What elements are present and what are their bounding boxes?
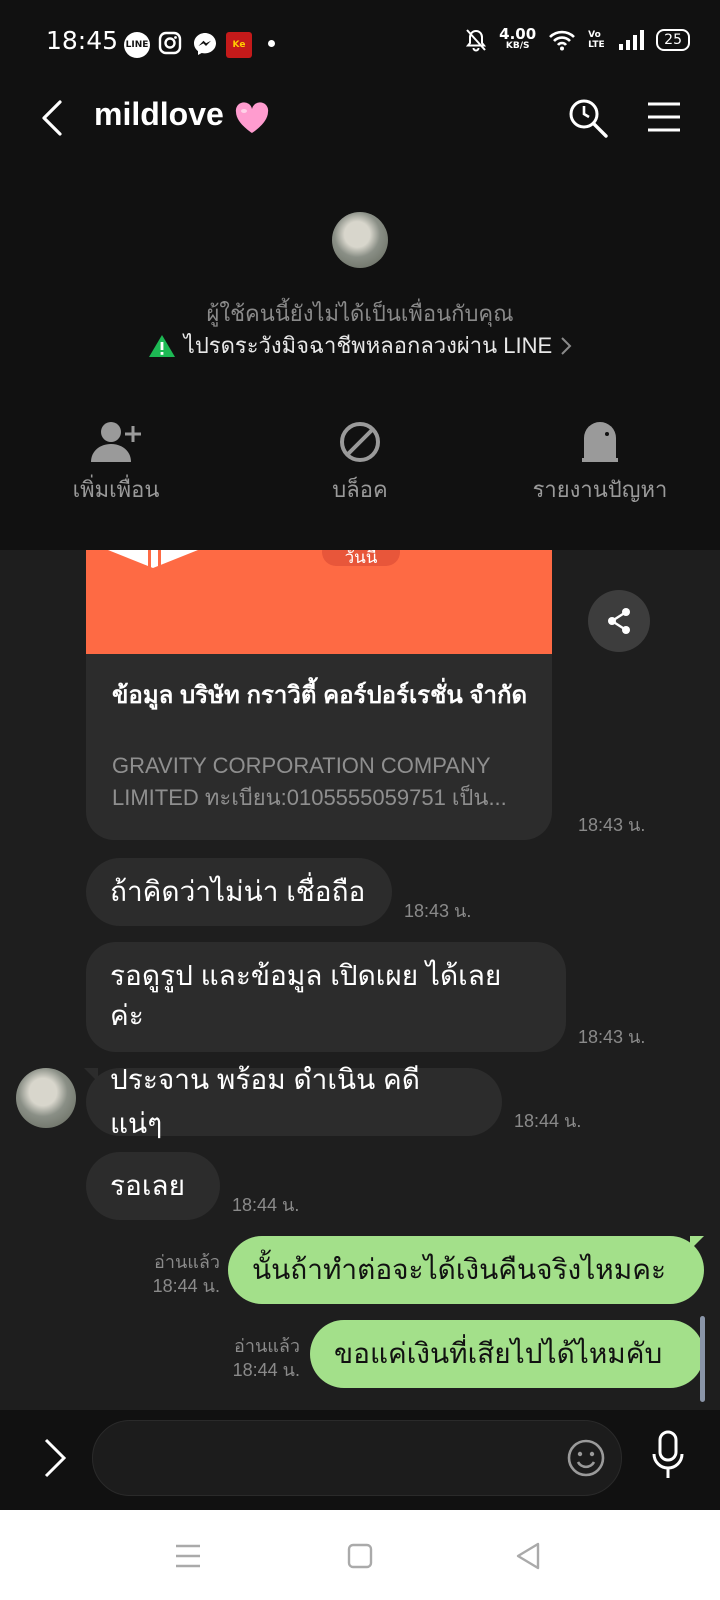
card-description: GRAVITY CORPORATION COMPANY LIMITED ทะเบ… bbox=[112, 750, 532, 814]
link-preview-image: วันนี้ bbox=[86, 550, 552, 654]
report-button[interactable]: รายงานปัญหา bbox=[500, 420, 700, 507]
home-square-icon[interactable] bbox=[342, 1538, 378, 1574]
read-receipt: อ่านแล้ว 18:44 น. bbox=[120, 1250, 220, 1298]
chat-scrollbar[interactable] bbox=[700, 1316, 705, 1402]
warning-text: ไปรดระวังมิจฉาชีพหลอกลวงผ่าน LINE bbox=[183, 333, 553, 358]
instagram-icon bbox=[158, 31, 182, 55]
card-title: ข้อมูล บริษัท กราวิตี้ คอร์ปอร์เรชั่น จำ… bbox=[112, 682, 528, 709]
message-text: ขอแค่เงินที่เสียไปได้ไหมคับ bbox=[334, 1338, 663, 1369]
back-arrow-icon[interactable] bbox=[36, 100, 72, 136]
share-button[interactable] bbox=[588, 590, 650, 652]
more-notifications-dot bbox=[268, 40, 275, 47]
expand-menu-icon[interactable] bbox=[40, 1436, 70, 1480]
card-desc-line2: LIMITED ทะเบียน:0105555059751 เป็น... bbox=[112, 785, 507, 810]
volte-icon: Vo LTE bbox=[588, 30, 605, 50]
message-text: ถ้าคิดว่าไม่น่า เชื่อถือ bbox=[110, 876, 366, 907]
card-time: 18:43 น. bbox=[578, 815, 646, 835]
add-friend-button[interactable]: เพิ่มเพื่อน bbox=[16, 420, 216, 507]
message-time: 18:43 น. bbox=[404, 901, 472, 921]
block-label: บล็อค bbox=[332, 477, 388, 502]
battery-indicator: 25 bbox=[656, 29, 690, 51]
chat-title: mildlove bbox=[94, 96, 224, 132]
add-friend-icon bbox=[91, 422, 141, 462]
status-time: 18:45 bbox=[46, 26, 119, 55]
message-text: นั้นถ้าทำต่อจะได้เงินคืนจริงไหมคะ bbox=[252, 1254, 666, 1285]
card-logo-shape bbox=[108, 550, 198, 570]
read-receipt: อ่านแล้ว 18:44 น. bbox=[200, 1334, 300, 1382]
profile-avatar[interactable] bbox=[332, 212, 388, 268]
message-text-line1: รอดูรูป และข้อมูล เปิดเผย ได้เลย bbox=[110, 960, 502, 991]
card-badge: วันนี้ bbox=[322, 550, 400, 568]
sender-avatar[interactable] bbox=[16, 1068, 76, 1128]
kerry-app-icon: Ke bbox=[226, 32, 252, 58]
not-friend-notice: ผู้ใช้คนนี้ยังไม่ได้เป็นเพื่อนกับคุณ bbox=[206, 301, 514, 326]
line-app-icon: LINE bbox=[124, 32, 150, 58]
menu-icon[interactable] bbox=[646, 100, 682, 134]
fraud-warning-link[interactable]: ไปรดระวังมิจฉาชีพหลอกลวงผ่าน LINE bbox=[0, 328, 720, 363]
message-time: 18:44 น. bbox=[232, 1195, 300, 1215]
read-label: อ่านแล้ว bbox=[154, 1252, 220, 1272]
search-icon[interactable] bbox=[566, 96, 610, 140]
add-friend-label: เพิ่มเพื่อน bbox=[72, 477, 160, 502]
message-time: 18:44 น. bbox=[232, 1360, 300, 1380]
share-icon bbox=[608, 608, 630, 634]
wifi-icon bbox=[549, 30, 576, 51]
message-bubble[interactable]: รอดูรูป และข้อมูล เปิดเผย ได้เลย ค่ะ bbox=[86, 942, 566, 1052]
message-bubble[interactable]: ถ้าคิดว่าไม่น่า เชื่อถือ bbox=[86, 858, 392, 926]
message-text-line2: ค่ะ bbox=[110, 1000, 144, 1031]
message-bubble[interactable]: รอเลย bbox=[86, 1152, 220, 1220]
recents-menu-icon[interactable] bbox=[170, 1538, 206, 1574]
report-label: รายงานปัญหา bbox=[532, 477, 668, 502]
card-desc-line1: GRAVITY CORPORATION COMPANY bbox=[112, 753, 491, 778]
chevron-right-icon bbox=[561, 336, 572, 355]
status-right-icons: 4.00 KB/S Vo LTE 25 bbox=[465, 25, 690, 52]
pink-heart-icon bbox=[232, 98, 272, 138]
messenger-icon bbox=[192, 31, 218, 57]
net-speed: 4.00 KB/S bbox=[499, 25, 537, 52]
block-icon bbox=[340, 422, 380, 462]
message-time: 18:43 น. bbox=[578, 1027, 646, 1047]
message-time: 18:44 น. bbox=[152, 1276, 220, 1296]
message-text: ประจาน พร้อม ดำเนิน คดี แน่ๆ bbox=[110, 1064, 420, 1139]
link-preview-card[interactable]: วันนี้ ข้อมูล บริษัท กราวิตี้ คอร์ปอร์เร… bbox=[86, 550, 552, 840]
message-input[interactable] bbox=[92, 1420, 622, 1496]
message-bubble[interactable]: ประจาน พร้อม ดำเนิน คดี แน่ๆ bbox=[86, 1064, 502, 1139]
message-time: 18:44 น. bbox=[514, 1111, 582, 1131]
mute-bell-icon bbox=[466, 29, 487, 52]
warning-triangle-icon bbox=[148, 334, 175, 357]
block-button[interactable]: บล็อค bbox=[260, 420, 460, 507]
emoji-icon[interactable] bbox=[566, 1438, 606, 1478]
read-label: อ่านแล้ว bbox=[234, 1336, 300, 1356]
microphone-icon[interactable] bbox=[650, 1430, 686, 1480]
report-icon bbox=[582, 422, 618, 462]
signal-icon bbox=[619, 30, 645, 50]
back-triangle-icon[interactable] bbox=[510, 1538, 546, 1574]
message-bubble-sent[interactable]: ขอแค่เงินที่เสียไปได้ไหมคับ bbox=[310, 1320, 704, 1388]
message-bubble-sent[interactable]: นั้นถ้าทำต่อจะได้เงินคืนจริงไหมคะ bbox=[228, 1236, 704, 1304]
message-text: รอเลย bbox=[110, 1170, 185, 1201]
